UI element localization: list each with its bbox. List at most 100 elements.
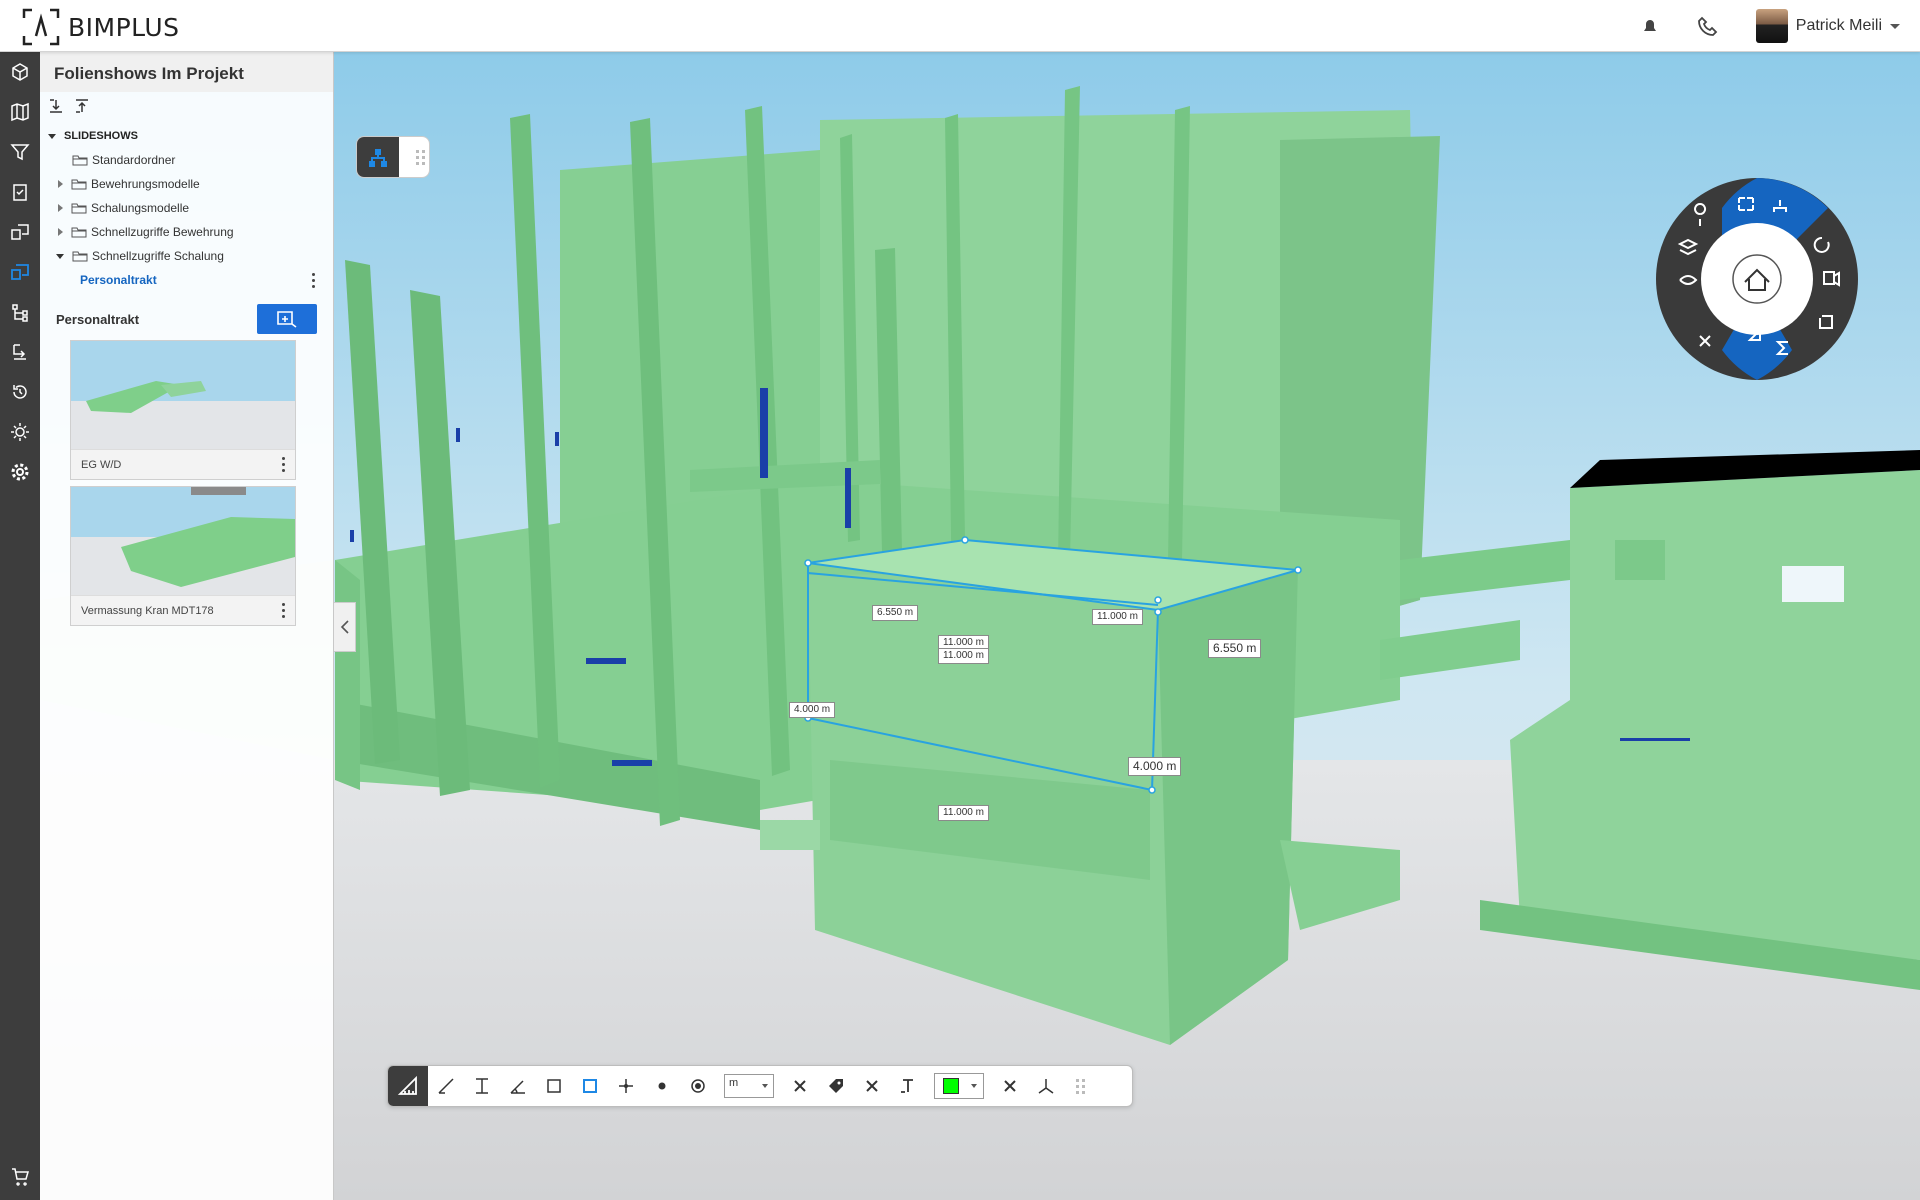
chevron-left-icon — [340, 620, 349, 634]
history-icon — [13, 385, 27, 399]
filter-icon — [10, 144, 30, 161]
sun-icon — [11, 423, 29, 441]
crosshair-tool[interactable] — [608, 1066, 644, 1106]
clear-color-button[interactable] — [992, 1066, 1028, 1106]
measure-label-left-height: 4.000 m — [789, 702, 836, 718]
clear-unit-button[interactable] — [782, 1066, 818, 1106]
user-name[interactable]: Patrick Meili — [1796, 17, 1882, 35]
slide-thumbnail-image — [71, 487, 295, 595]
support-call-button[interactable] — [1694, 12, 1722, 40]
rail-map-button[interactable] — [0, 92, 40, 132]
rail-filter-button[interactable] — [0, 132, 40, 172]
area-icon — [547, 1079, 561, 1093]
navigation-wheel[interactable] — [1654, 176, 1860, 382]
tree-folder-label: Schalungsmodelle — [91, 201, 190, 215]
tree-item-label: Personaltrakt — [80, 273, 157, 287]
tree-folder-bewehrungsmodelle[interactable]: Bewehrungsmodelle — [40, 172, 333, 196]
measure-label-mid-b: 11.000 m — [938, 648, 989, 664]
slide-card[interactable]: Vermassung Kran MDT178 — [70, 486, 296, 626]
slide-caption: Vermassung Kran MDT178 — [81, 604, 214, 617]
rail-lighting-button[interactable] — [0, 412, 40, 452]
distance-tool[interactable] — [428, 1066, 464, 1106]
rail-compare-button[interactable] — [0, 212, 40, 252]
tree-item-selected[interactable]: Personaltrakt — [40, 268, 333, 292]
more-options-icon[interactable] — [282, 603, 285, 618]
rail-model-button[interactable] — [0, 52, 40, 92]
slide-thumbnail[interactable] — [71, 341, 295, 449]
rail-slideshows-button[interactable] — [0, 252, 40, 292]
bell-icon — [1643, 20, 1656, 33]
rail-import-button[interactable] — [0, 332, 40, 372]
measure-mode-button[interactable] — [388, 1066, 428, 1106]
more-options-icon[interactable] — [312, 272, 315, 288]
hierarchy-view-button[interactable] — [357, 137, 399, 177]
grid-view-button[interactable] — [399, 137, 429, 177]
text-icon — [901, 1079, 913, 1093]
entrance-slab — [760, 820, 820, 850]
chevron-down-icon[interactable] — [56, 253, 64, 259]
measure-label-bottom: 11.000 m — [938, 805, 989, 821]
more-options-icon[interactable] — [282, 457, 285, 472]
bounding-box-tool[interactable] — [572, 1066, 608, 1106]
rail-history-button[interactable] — [0, 372, 40, 412]
folder-icon — [71, 227, 87, 238]
line-distance-icon — [438, 1078, 454, 1094]
collapse-all-icon[interactable] — [74, 98, 90, 114]
slide-card[interactable]: EG W/D — [70, 340, 296, 480]
unit-select[interactable]: m — [724, 1074, 774, 1098]
color-select[interactable] — [934, 1073, 984, 1099]
toolbar-drag-handle-icon[interactable] — [1076, 1078, 1085, 1094]
folder-icon — [71, 179, 87, 190]
vertical-distance-icon — [476, 1078, 488, 1094]
chevron-right-icon[interactable] — [58, 180, 63, 188]
area-tool[interactable] — [536, 1066, 572, 1106]
slide-thumbnail-image — [71, 341, 295, 449]
slab-side — [335, 560, 360, 790]
collapse-panel-button[interactable] — [334, 602, 356, 652]
home-button[interactable] — [1732, 254, 1782, 304]
clear-tag-button[interactable] — [854, 1066, 890, 1106]
chevron-right-icon[interactable] — [58, 204, 63, 212]
user-menu-chevron-down-icon[interactable] — [1890, 23, 1900, 29]
text-tool[interactable] — [890, 1066, 926, 1106]
point-tool[interactable] — [644, 1066, 680, 1106]
tree-folder-schalungsmodelle[interactable]: Schalungsmodelle — [40, 196, 333, 220]
chevron-right-icon[interactable] — [58, 228, 63, 236]
tree-folder-label: Schnellzugriffe Schalung — [92, 249, 224, 263]
right-opening — [1615, 540, 1665, 580]
slideshow-icon — [11, 264, 29, 280]
angle-tool[interactable] — [500, 1066, 536, 1106]
add-slide-button[interactable] — [257, 304, 317, 334]
measure-toolbar: m — [387, 1065, 1133, 1107]
slides-section-title: Personaltrakt — [56, 311, 140, 327]
close-icon — [794, 1080, 806, 1092]
structure-icon — [12, 304, 28, 322]
point-icon — [658, 1082, 666, 1090]
height-tool[interactable] — [464, 1066, 500, 1106]
tree-folder-schnellzugriffe-schalung[interactable]: Schnellzugriffe Schalung — [40, 244, 333, 268]
notifications-button[interactable] — [1636, 12, 1664, 40]
compare-icon — [11, 224, 29, 240]
slide-thumbnail[interactable] — [71, 487, 295, 595]
tree-root-row[interactable]: SLIDESHOWS — [40, 124, 333, 148]
snap-target-icon — [691, 1079, 705, 1093]
tree-folder-schnellzugriffe-bewehrung[interactable]: Schnellzugriffe Bewehrung — [40, 220, 333, 244]
color-swatch — [943, 1078, 959, 1094]
folder-icon — [71, 203, 87, 214]
rail-structure-button[interactable] — [0, 292, 40, 332]
measure-icon — [397, 1075, 417, 1095]
avatar[interactable] — [1755, 9, 1788, 43]
crosshair-icon — [619, 1079, 633, 1093]
view-mode-toggle[interactable] — [356, 136, 430, 178]
right-window — [1782, 566, 1844, 602]
folder-icon — [72, 251, 88, 262]
rail-tasks-button[interactable] — [0, 172, 40, 212]
rail-shop-button[interactable] — [0, 1156, 40, 1196]
rail-settings-button[interactable] — [0, 452, 40, 492]
axis-tool[interactable] — [1028, 1066, 1064, 1106]
tag-tool[interactable] — [818, 1066, 854, 1106]
expand-all-icon[interactable] — [48, 98, 64, 114]
tree-folder-standardordner[interactable]: Standardordner — [40, 148, 333, 172]
snap-tool[interactable] — [680, 1066, 716, 1106]
brand-logo[interactable]: BIMPLUS — [22, 8, 180, 46]
